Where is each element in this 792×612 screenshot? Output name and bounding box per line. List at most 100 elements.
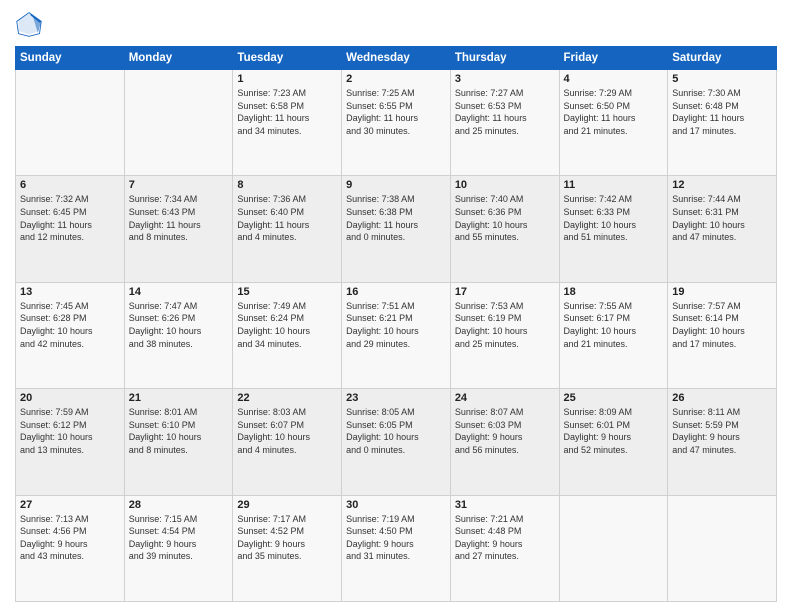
calendar-cell <box>16 70 125 176</box>
day-info: Sunrise: 7:15 AM Sunset: 4:54 PM Dayligh… <box>129 513 229 563</box>
day-number: 3 <box>455 73 555 85</box>
calendar-cell: 29Sunrise: 7:17 AM Sunset: 4:52 PM Dayli… <box>233 495 342 601</box>
day-info: Sunrise: 8:07 AM Sunset: 6:03 PM Dayligh… <box>455 406 555 456</box>
day-number: 19 <box>672 286 772 298</box>
day-info: Sunrise: 7:55 AM Sunset: 6:17 PM Dayligh… <box>564 300 664 350</box>
calendar-cell: 11 Sunrise: 7:42 AM Sunset: 6:33 PM Dayli… <box>559 176 668 282</box>
day-info: Sunrise: 8:03 AM Sunset: 6:07 PM Dayligh… <box>237 406 337 456</box>
day-number: 14 <box>129 286 229 298</box>
calendar-cell: 17 Sunrise: 7:53 AM Sunset: 6:19 PM Dayli… <box>450 282 559 388</box>
calendar-cell: 7 Sunrise: 7:34 AM Sunset: 6:43 PM Daylig… <box>124 176 233 282</box>
calendar-cell: 3 Sunrise: 7:27 AM Sunset: 6:53 PM Daylig… <box>450 70 559 176</box>
day-info: Sunrise: 7:57 AM Sunset: 6:14 PM Dayligh… <box>672 300 772 350</box>
day-number: 5 <box>672 73 772 85</box>
calendar-cell: 15Sunrise: 7:49 AM Sunset: 6:24 PM Dayli… <box>233 282 342 388</box>
calendar-cell <box>668 495 777 601</box>
day-number: 26 <box>672 392 772 404</box>
day-info: Sunrise: 7:51 AM Sunset: 6:21 PM Dayligh… <box>346 300 446 350</box>
calendar-cell: 9 Sunrise: 7:38 AM Sunset: 6:38 PM Daylig… <box>342 176 451 282</box>
day-number: 30 <box>346 499 446 511</box>
calendar-cell: 23 Sunrise: 8:05 AM Sunset: 6:05 PM Dayli… <box>342 389 451 495</box>
day-number: 29 <box>237 499 337 511</box>
calendar-cell: 21 Sunrise: 8:01 AM Sunset: 6:10 PM Dayli… <box>124 389 233 495</box>
calendar-cell: 19 Sunrise: 7:57 AM Sunset: 6:14 PM Dayli… <box>668 282 777 388</box>
calendar-cell: 12Sunrise: 7:44 AM Sunset: 6:31 PM Dayli… <box>668 176 777 282</box>
week-row-3: 20Sunrise: 7:59 AM Sunset: 6:12 PM Dayli… <box>16 389 777 495</box>
calendar-cell: 4Sunrise: 7:29 AM Sunset: 6:50 PM Daylig… <box>559 70 668 176</box>
day-info: Sunrise: 7:27 AM Sunset: 6:53 PM Dayligh… <box>455 87 555 137</box>
logo-icon <box>15 10 43 38</box>
day-info: Sunrise: 8:05 AM Sunset: 6:05 PM Dayligh… <box>346 406 446 456</box>
day-number: 20 <box>20 392 120 404</box>
day-number: 21 <box>129 392 229 404</box>
calendar-cell: 8 Sunrise: 7:36 AM Sunset: 6:40 PM Daylig… <box>233 176 342 282</box>
calendar-cell: 28 Sunrise: 7:15 AM Sunset: 4:54 PM Dayli… <box>124 495 233 601</box>
calendar-cell: 31 Sunrise: 7:21 AM Sunset: 4:48 PM Dayli… <box>450 495 559 601</box>
weekday-header-monday: Monday <box>124 47 233 70</box>
calendar-cell: 26 Sunrise: 8:11 AM Sunset: 5:59 PM Dayli… <box>668 389 777 495</box>
calendar-body: 1 Sunrise: 7:23 AM Sunset: 6:58 PM Daylig… <box>16 70 777 602</box>
weekday-header-friday: Friday <box>559 47 668 70</box>
calendar-cell: 27 Sunrise: 7:13 AM Sunset: 4:56 PM Dayli… <box>16 495 125 601</box>
day-info: Sunrise: 7:36 AM Sunset: 6:40 PM Dayligh… <box>237 193 337 243</box>
day-info: Sunrise: 7:13 AM Sunset: 4:56 PM Dayligh… <box>20 513 120 563</box>
day-number: 17 <box>455 286 555 298</box>
day-number: 24 <box>455 392 555 404</box>
day-number: 7 <box>129 179 229 191</box>
day-number: 16 <box>346 286 446 298</box>
weekday-row: SundayMondayTuesdayWednesdayThursdayFrid… <box>16 47 777 70</box>
day-info: Sunrise: 7:44 AM Sunset: 6:31 PM Dayligh… <box>672 193 772 243</box>
calendar-cell <box>124 70 233 176</box>
day-info: Sunrise: 7:53 AM Sunset: 6:19 PM Dayligh… <box>455 300 555 350</box>
day-info: Sunrise: 7:40 AM Sunset: 6:36 PM Dayligh… <box>455 193 555 243</box>
day-info: Sunrise: 7:34 AM Sunset: 6:43 PM Dayligh… <box>129 193 229 243</box>
calendar-cell: 5 Sunrise: 7:30 AM Sunset: 6:48 PM Daylig… <box>668 70 777 176</box>
day-info: Sunrise: 7:23 AM Sunset: 6:58 PM Dayligh… <box>237 87 337 137</box>
weekday-header-saturday: Saturday <box>668 47 777 70</box>
day-info: Sunrise: 7:47 AM Sunset: 6:26 PM Dayligh… <box>129 300 229 350</box>
day-number: 13 <box>20 286 120 298</box>
day-number: 10 <box>455 179 555 191</box>
day-info: Sunrise: 7:38 AM Sunset: 6:38 PM Dayligh… <box>346 193 446 243</box>
day-number: 31 <box>455 499 555 511</box>
day-info: Sunrise: 7:42 AM Sunset: 6:33 PM Dayligh… <box>564 193 664 243</box>
week-row-4: 27 Sunrise: 7:13 AM Sunset: 4:56 PM Dayli… <box>16 495 777 601</box>
day-number: 9 <box>346 179 446 191</box>
day-number: 8 <box>237 179 337 191</box>
calendar-header: SundayMondayTuesdayWednesdayThursdayFrid… <box>16 47 777 70</box>
day-info: Sunrise: 8:11 AM Sunset: 5:59 PM Dayligh… <box>672 406 772 456</box>
day-info: Sunrise: 8:09 AM Sunset: 6:01 PM Dayligh… <box>564 406 664 456</box>
day-number: 18 <box>564 286 664 298</box>
header <box>15 10 777 38</box>
calendar-cell: 14 Sunrise: 7:47 AM Sunset: 6:26 PM Dayli… <box>124 282 233 388</box>
day-number: 27 <box>20 499 120 511</box>
day-number: 28 <box>129 499 229 511</box>
logo <box>15 10 47 38</box>
week-row-2: 13 Sunrise: 7:45 AM Sunset: 6:28 PM Dayli… <box>16 282 777 388</box>
day-info: Sunrise: 7:19 AM Sunset: 4:50 PM Dayligh… <box>346 513 446 563</box>
day-info: Sunrise: 8:01 AM Sunset: 6:10 PM Dayligh… <box>129 406 229 456</box>
weekday-header-wednesday: Wednesday <box>342 47 451 70</box>
calendar: SundayMondayTuesdayWednesdayThursdayFrid… <box>15 46 777 602</box>
day-number: 23 <box>346 392 446 404</box>
weekday-header-thursday: Thursday <box>450 47 559 70</box>
day-info: Sunrise: 7:32 AM Sunset: 6:45 PM Dayligh… <box>20 193 120 243</box>
day-number: 1 <box>237 73 337 85</box>
day-info: Sunrise: 7:45 AM Sunset: 6:28 PM Dayligh… <box>20 300 120 350</box>
calendar-cell <box>559 495 668 601</box>
day-info: Sunrise: 7:25 AM Sunset: 6:55 PM Dayligh… <box>346 87 446 137</box>
calendar-cell: 16 Sunrise: 7:51 AM Sunset: 6:21 PM Dayli… <box>342 282 451 388</box>
week-row-1: 6Sunrise: 7:32 AM Sunset: 6:45 PM Daylig… <box>16 176 777 282</box>
day-info: Sunrise: 7:30 AM Sunset: 6:48 PM Dayligh… <box>672 87 772 137</box>
day-number: 11 <box>564 179 664 191</box>
weekday-header-sunday: Sunday <box>16 47 125 70</box>
calendar-cell: 30 Sunrise: 7:19 AM Sunset: 4:50 PM Dayli… <box>342 495 451 601</box>
week-row-0: 1 Sunrise: 7:23 AM Sunset: 6:58 PM Daylig… <box>16 70 777 176</box>
day-info: Sunrise: 7:29 AM Sunset: 6:50 PM Dayligh… <box>564 87 664 137</box>
weekday-header-tuesday: Tuesday <box>233 47 342 70</box>
day-info: Sunrise: 7:21 AM Sunset: 4:48 PM Dayligh… <box>455 513 555 563</box>
day-number: 15 <box>237 286 337 298</box>
day-number: 22 <box>237 392 337 404</box>
calendar-cell: 2Sunrise: 7:25 AM Sunset: 6:55 PM Daylig… <box>342 70 451 176</box>
day-number: 25 <box>564 392 664 404</box>
